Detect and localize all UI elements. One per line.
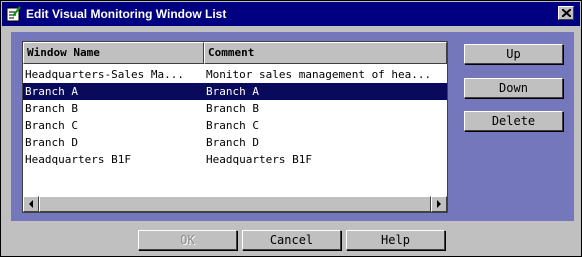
window-title: Edit Visual Monitoring Window List xyxy=(26,7,227,21)
edit-window-list-dialog: Edit Visual Monitoring Window List Windo… xyxy=(0,0,582,257)
close-button[interactable] xyxy=(558,6,574,20)
list-row[interactable]: Headquarters B1F Headquarters B1F xyxy=(23,151,447,168)
list-row[interactable]: Branch D Branch D xyxy=(23,134,447,151)
window-name-cell: Branch A xyxy=(25,85,78,98)
window-name-cell: Headquarters-Sales Ma... xyxy=(25,68,184,81)
comment-cell: Branch A xyxy=(206,85,259,98)
horizontal-scrollbar[interactable] xyxy=(23,196,447,212)
comment-cell: Branch C xyxy=(206,119,259,132)
window-list[interactable]: Window Name Comment Headquarters-Sales M… xyxy=(22,41,448,213)
comment-cell: Headquarters B1F xyxy=(206,153,312,166)
window-name-cell: Branch D xyxy=(25,136,78,149)
list-row[interactable]: Branch B Branch B xyxy=(23,100,447,117)
ok-button[interactable]: OK xyxy=(138,230,237,250)
list-row-selected[interactable]: Branch A Branch A xyxy=(23,83,447,100)
comment-cell: Branch D xyxy=(206,136,259,149)
column-header-window-name[interactable]: Window Name xyxy=(23,42,204,64)
window-name-cell: Branch C xyxy=(25,119,78,132)
close-icon xyxy=(562,9,571,17)
up-button[interactable]: Up xyxy=(464,44,563,64)
arrow-left-icon xyxy=(29,200,33,208)
edit-list-icon xyxy=(6,6,22,22)
list-row[interactable]: Headquarters-Sales Ma... Monitor sales m… xyxy=(23,66,447,83)
window-name-cell: Headquarters B1F xyxy=(25,153,131,166)
scrollbar-thumb[interactable] xyxy=(39,196,431,212)
scroll-right-button[interactable] xyxy=(431,196,447,212)
delete-button[interactable]: Delete xyxy=(464,111,563,131)
down-button[interactable]: Down xyxy=(464,78,563,98)
column-header-comment[interactable]: Comment xyxy=(204,42,447,64)
scroll-left-button[interactable] xyxy=(23,196,39,212)
title-bar: Edit Visual Monitoring Window List xyxy=(2,2,580,26)
list-row[interactable]: Branch C Branch C xyxy=(23,117,447,134)
arrow-right-icon xyxy=(437,200,441,208)
window-name-cell: Branch B xyxy=(25,102,78,115)
help-button[interactable]: Help xyxy=(346,230,445,250)
comment-cell: Branch B xyxy=(206,102,259,115)
comment-cell: Monitor sales management of hea... xyxy=(206,68,432,81)
cancel-button[interactable]: Cancel xyxy=(242,230,341,250)
